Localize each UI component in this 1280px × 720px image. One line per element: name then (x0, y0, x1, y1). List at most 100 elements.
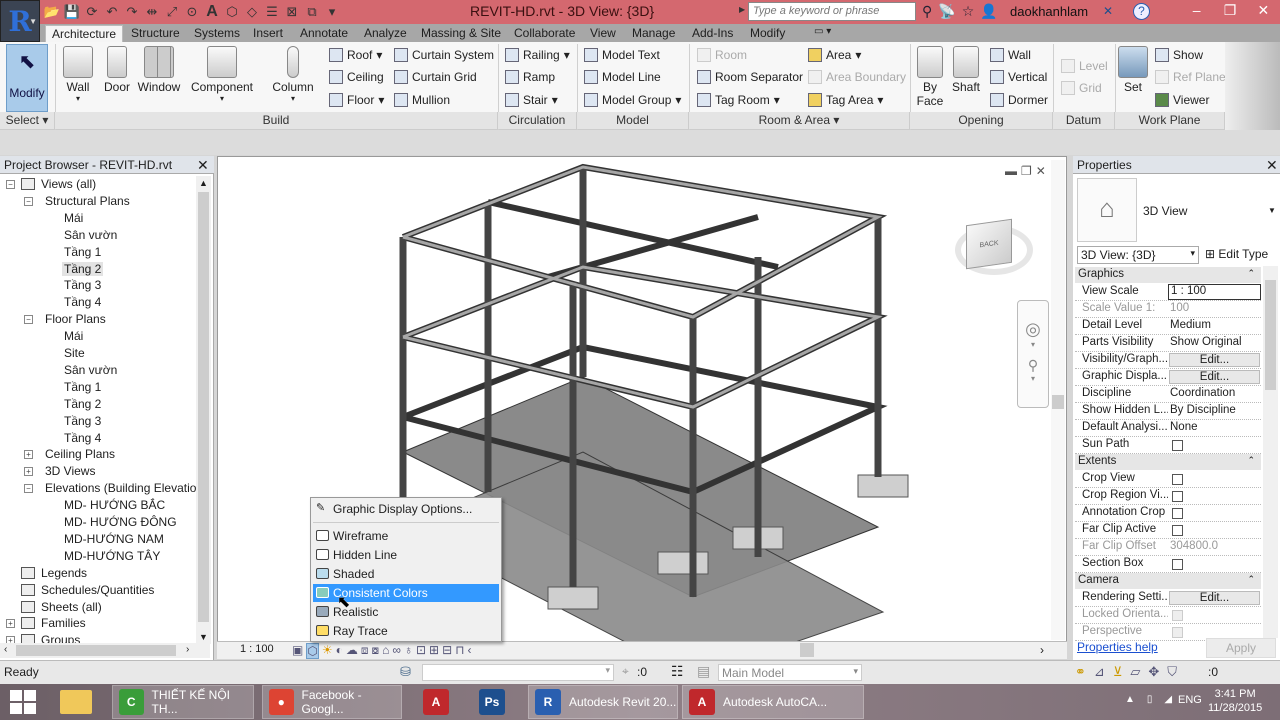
tree-item[interactable]: Floor Plans (45, 312, 106, 326)
zoom-icon[interactable]: ⚲ (1018, 357, 1048, 374)
menu-item-wireframe[interactable]: Wireframe (313, 527, 499, 545)
search-input[interactable]: Type a keyword or phrase (748, 2, 916, 21)
tab-analyze[interactable]: Analyze (358, 25, 413, 42)
property-checkbox[interactable] (1172, 491, 1183, 502)
ramp-button[interactable]: Ramp (505, 70, 555, 84)
mullion-button[interactable]: Mullion (394, 93, 450, 107)
battery-icon[interactable]: ▯ (1147, 694, 1153, 705)
shaft-button[interactable]: Shaft (950, 46, 982, 94)
user-icon[interactable]: 👤 (980, 3, 997, 20)
tree-item[interactable]: MD- HƯỚNG BẮC (64, 498, 165, 512)
tree-item[interactable]: Families (41, 616, 86, 630)
edit-button[interactable]: Edit... (1169, 591, 1260, 605)
taskbar-app-button[interactable]: A Autodesk AutoCA... (682, 685, 864, 719)
type-name[interactable]: 3D View (1143, 204, 1187, 218)
property-value[interactable]: Show Original (1170, 336, 1242, 348)
dormer-button[interactable]: Dormer (990, 93, 1048, 107)
worksets-icon[interactable]: ⛁ (400, 664, 411, 680)
property-value[interactable]: Coordination (1170, 387, 1235, 399)
window-button[interactable]: Window (137, 46, 181, 94)
menu-item-hidden-line[interactable]: Hidden Line (313, 546, 499, 564)
vertical-opening-button[interactable]: Vertical (990, 70, 1047, 84)
viewcube[interactable]: BACK (966, 218, 1012, 270)
binoculars-icon[interactable]: ⚲ (922, 3, 932, 20)
save-icon[interactable]: 💾 (64, 4, 80, 20)
column-button[interactable]: Column ▾ (270, 46, 316, 103)
select-by-face-icon[interactable]: ▱ (1130, 664, 1140, 680)
collapse-icon[interactable]: − (24, 196, 33, 206)
tree-item[interactable]: MD-HƯỚNG NAM (64, 532, 164, 546)
scrollbar-thumb[interactable] (16, 645, 176, 656)
apply-button[interactable]: Apply (1206, 638, 1276, 658)
expand-icon[interactable]: + (6, 619, 15, 629)
scrollbar-thumb[interactable] (198, 192, 209, 622)
curtain-system-button[interactable]: Curtain System (394, 48, 494, 62)
floor-button[interactable]: Floor ▾ (329, 93, 384, 107)
stair-button[interactable]: Stair ▾ (505, 93, 558, 107)
tree-item[interactable]: 3D Views (45, 464, 95, 478)
collapse-group-icon[interactable]: ⌃ (1247, 455, 1255, 466)
graphic-display-options-item[interactable]: ✎ Graphic Display Options... (313, 500, 499, 518)
close-icon[interactable]: ✕ (1247, 0, 1280, 24)
chevron-down-icon[interactable]: ▾ (1018, 340, 1048, 349)
tree-item[interactable]: Schedules/Quantities (41, 583, 154, 597)
detail-level-icon[interactable]: ▣ (292, 643, 303, 659)
scroll-right-icon[interactable]: › (1040, 643, 1044, 657)
language-indicator[interactable]: ENG (1178, 694, 1202, 706)
tree-item[interactable]: Mái (64, 211, 83, 225)
tree-item[interactable]: Mái (64, 329, 83, 343)
instance-selector[interactable]: 3D View: {3D} ▾ (1077, 246, 1199, 264)
set-work-plane-button[interactable]: Set (1118, 46, 1148, 94)
property-group-extents[interactable]: Extents ⌃ (1075, 454, 1261, 470)
panel-select-footer[interactable]: Select ▾ (0, 112, 55, 129)
3d-view-icon[interactable]: ⬡ (224, 4, 240, 20)
property-checkbox[interactable] (1172, 525, 1183, 536)
filter-icon[interactable]: ⛉ (1167, 664, 1177, 680)
property-group-graphics[interactable]: Graphics ⌃ (1075, 267, 1261, 283)
unlocked-3d-icon[interactable]: ⌂ (382, 643, 389, 659)
view-scale[interactable]: 1 : 100 (240, 643, 274, 655)
edit-type-button[interactable]: ⊞ Edit Type (1205, 247, 1268, 261)
drag-elements-icon[interactable]: ✥ (1148, 664, 1159, 680)
room-button[interactable]: Room (697, 48, 747, 62)
switch-windows-icon[interactable]: ⧉ (304, 4, 320, 20)
undo-icon[interactable]: ↶ (104, 4, 120, 20)
exchange-icon[interactable]: ✕ (1103, 4, 1113, 18)
edit-button[interactable]: Edit... (1169, 370, 1260, 384)
taskbar-app-button[interactable]: Ps (468, 685, 516, 719)
area-boundary-button[interactable]: Area Boundary (808, 70, 906, 84)
tree-item[interactable]: Ceiling Plans (45, 447, 115, 461)
wall-opening-button[interactable]: Wall (990, 48, 1031, 62)
analytical-model-icon[interactable]: ⊞ (429, 643, 439, 659)
ref-plane-button[interactable]: Ref Plane (1155, 70, 1226, 84)
restore-view-icon[interactable]: ❐ (1021, 164, 1036, 178)
chevron-down-icon[interactable]: ▼ (1268, 206, 1276, 215)
roof-button[interactable]: Roof ▾ (329, 48, 382, 62)
close-view-icon[interactable]: ✕ (1036, 164, 1050, 178)
help-icon[interactable]: ? (1133, 3, 1150, 20)
grid-button[interactable]: Grid (1061, 81, 1102, 95)
close-hidden-icon[interactable]: ⊠ (284, 4, 300, 20)
tab-collaborate[interactable]: Collaborate (508, 25, 581, 42)
user-name[interactable]: daokhanhlam (1010, 4, 1088, 19)
scroll-up-icon[interactable]: ▲ (199, 178, 208, 188)
network-icon[interactable]: ◢ (1164, 694, 1172, 705)
tab-manage[interactable]: Manage (626, 25, 681, 42)
level-button[interactable]: Level (1061, 59, 1108, 73)
tab-view[interactable]: View (584, 25, 622, 42)
by-face-button[interactable]: By Face (915, 46, 945, 108)
thin-lines-icon[interactable]: ☰ (264, 4, 280, 20)
taskbar-app-button[interactable]: C THIẾT KẾ NỘI TH... (112, 685, 254, 719)
property-checkbox[interactable] (1172, 559, 1183, 570)
crop-view-icon[interactable]: ⧈ (361, 643, 369, 659)
door-button[interactable]: Door (101, 46, 133, 94)
model-line-button[interactable]: Model Line (584, 70, 661, 84)
open-icon[interactable]: 📂 (44, 4, 60, 20)
menu-item-shaded[interactable]: Shaded (313, 565, 499, 583)
expand-icon[interactable]: + (24, 450, 33, 460)
tree-item[interactable]: Elevations (Building Elevation (45, 481, 203, 495)
tree-item[interactable]: Tầng 3 (64, 278, 101, 292)
close-icon[interactable]: ✕ (197, 157, 209, 174)
viewer-button[interactable]: Viewer (1155, 93, 1209, 107)
maximize-icon[interactable]: ❐ (1213, 0, 1246, 24)
